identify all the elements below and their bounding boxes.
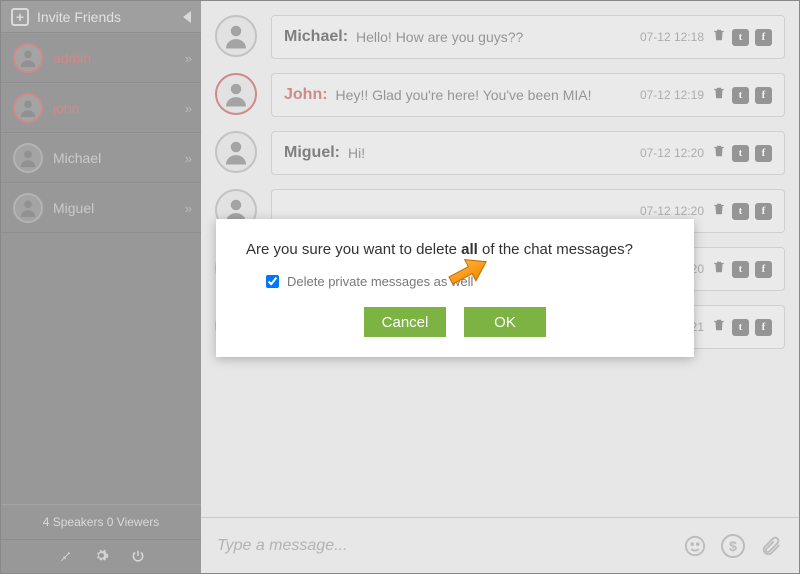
delete-message-icon[interactable] — [712, 27, 726, 48]
delete-confirm-modal: Are you sure you want to delete all of t… — [216, 219, 694, 357]
power-icon[interactable] — [131, 548, 145, 563]
invite-friends-button[interactable]: + Invite Friends — [1, 1, 201, 33]
twitter-share-icon[interactable]: t — [732, 261, 749, 278]
pin-icon[interactable] — [58, 548, 72, 563]
facebook-share-icon[interactable]: f — [755, 87, 772, 104]
facebook-share-icon[interactable]: f — [755, 29, 772, 46]
composer: $ — [201, 517, 799, 573]
sidebar: + Invite Friends admin»john»Michael»Migu… — [1, 1, 201, 573]
message-meta: 07-12 12:20 tf — [640, 143, 772, 164]
sidebar-user-admin[interactable]: admin » — [1, 33, 201, 83]
gear-icon[interactable] — [94, 548, 109, 563]
message-row: Michael: Hello! How are you guys?? 07-12 1… — [215, 15, 785, 59]
user-avatar-icon — [13, 143, 43, 173]
message-author: John: — [284, 86, 328, 104]
message-input[interactable] — [217, 537, 669, 555]
message-bubble: Michael: Hello! How are you guys?? 07-12 1… — [271, 15, 785, 59]
user-avatar-icon — [13, 93, 43, 123]
invite-friends-label: Invite Friends — [37, 9, 121, 25]
message-bubble: Miguel: Hi! 07-12 12:20 tf — [271, 131, 785, 175]
chevrons-icon[interactable]: » — [185, 101, 189, 116]
message-row: Miguel: Hi! 07-12 12:20 tf — [215, 131, 785, 175]
modal-question: Are you sure you want to delete all of t… — [246, 241, 664, 258]
chevrons-icon[interactable]: » — [185, 151, 189, 166]
chevrons-icon[interactable]: » — [185, 201, 189, 216]
attachment-icon[interactable] — [759, 534, 783, 558]
message-author: Michael: — [284, 28, 348, 46]
speakers-viewers-count: 4 Speakers 0 Viewers — [1, 505, 201, 540]
modal-question-bold: all — [461, 241, 478, 258]
message-timestamp: 07-12 12:20 — [640, 204, 704, 218]
sidebar-user-miguel[interactable]: Miguel » — [1, 183, 201, 233]
message-text: Hi! — [348, 145, 365, 161]
facebook-share-icon[interactable]: f — [755, 319, 772, 336]
message-avatar-icon — [215, 73, 257, 115]
message-text: Hello! How are you guys?? — [356, 29, 523, 45]
tip-icon[interactable]: $ — [721, 534, 745, 558]
collapse-arrow-icon[interactable] — [183, 11, 191, 23]
message-meta: 07-12 12:18 tf — [640, 27, 772, 48]
user-avatar-icon — [13, 43, 43, 73]
message-row: John: Hey!! Glad you're here! You've been… — [215, 73, 785, 117]
delete-message-icon[interactable] — [712, 201, 726, 222]
message-timestamp: 07-12 12:18 — [640, 30, 704, 44]
message-text: Hey!! Glad you're here! You've been MIA! — [336, 87, 592, 103]
twitter-share-icon[interactable]: t — [732, 87, 749, 104]
delete-private-row: Delete private messages as well — [246, 274, 664, 289]
app-root: + Invite Friends admin»john»Michael»Migu… — [0, 0, 800, 574]
sidebar-user-michael[interactable]: Michael » — [1, 133, 201, 183]
modal-question-post: of the chat messages? — [478, 241, 633, 258]
modal-question-pre: Are you sure you want to delete — [246, 241, 461, 258]
message-avatar-icon — [215, 15, 257, 57]
twitter-share-icon[interactable]: t — [732, 203, 749, 220]
plus-icon: + — [11, 8, 29, 26]
sidebar-user-john[interactable]: john » — [1, 83, 201, 133]
delete-message-icon[interactable] — [712, 85, 726, 106]
user-name-label: admin — [53, 50, 91, 66]
user-name-label: john — [53, 100, 79, 116]
message-bubble: John: Hey!! Glad you're here! You've been… — [271, 73, 785, 117]
delete-message-icon[interactable] — [712, 259, 726, 280]
facebook-share-icon[interactable]: f — [755, 145, 772, 162]
user-name-label: Miguel — [53, 200, 94, 216]
emoji-icon[interactable] — [683, 534, 707, 558]
ok-button[interactable]: OK — [464, 307, 546, 337]
delete-message-icon[interactable] — [712, 317, 726, 338]
sidebar-footer: 4 Speakers 0 Viewers — [1, 504, 201, 573]
twitter-share-icon[interactable]: t — [732, 145, 749, 162]
message-author: Miguel: — [284, 144, 340, 162]
modal-buttons: Cancel OK — [246, 307, 664, 337]
cancel-button[interactable]: Cancel — [364, 307, 446, 337]
delete-private-checkbox[interactable] — [266, 275, 279, 288]
message-avatar-icon — [215, 131, 257, 173]
delete-message-icon[interactable] — [712, 143, 726, 164]
user-list: admin » john » Michael » Miguel » — [1, 33, 201, 504]
message-meta: 07-12 12:19 tf — [640, 85, 772, 106]
facebook-share-icon[interactable]: f — [755, 203, 772, 220]
sidebar-icon-row — [1, 540, 201, 573]
facebook-share-icon[interactable]: f — [755, 261, 772, 278]
message-timestamp: 07-12 12:20 — [640, 146, 704, 160]
user-name-label: Michael — [53, 150, 101, 166]
twitter-share-icon[interactable]: t — [732, 319, 749, 336]
twitter-share-icon[interactable]: t — [732, 29, 749, 46]
delete-private-label[interactable]: Delete private messages as well — [287, 274, 473, 289]
user-avatar-icon — [13, 193, 43, 223]
message-timestamp: 07-12 12:19 — [640, 88, 704, 102]
chevrons-icon[interactable]: » — [185, 51, 189, 66]
